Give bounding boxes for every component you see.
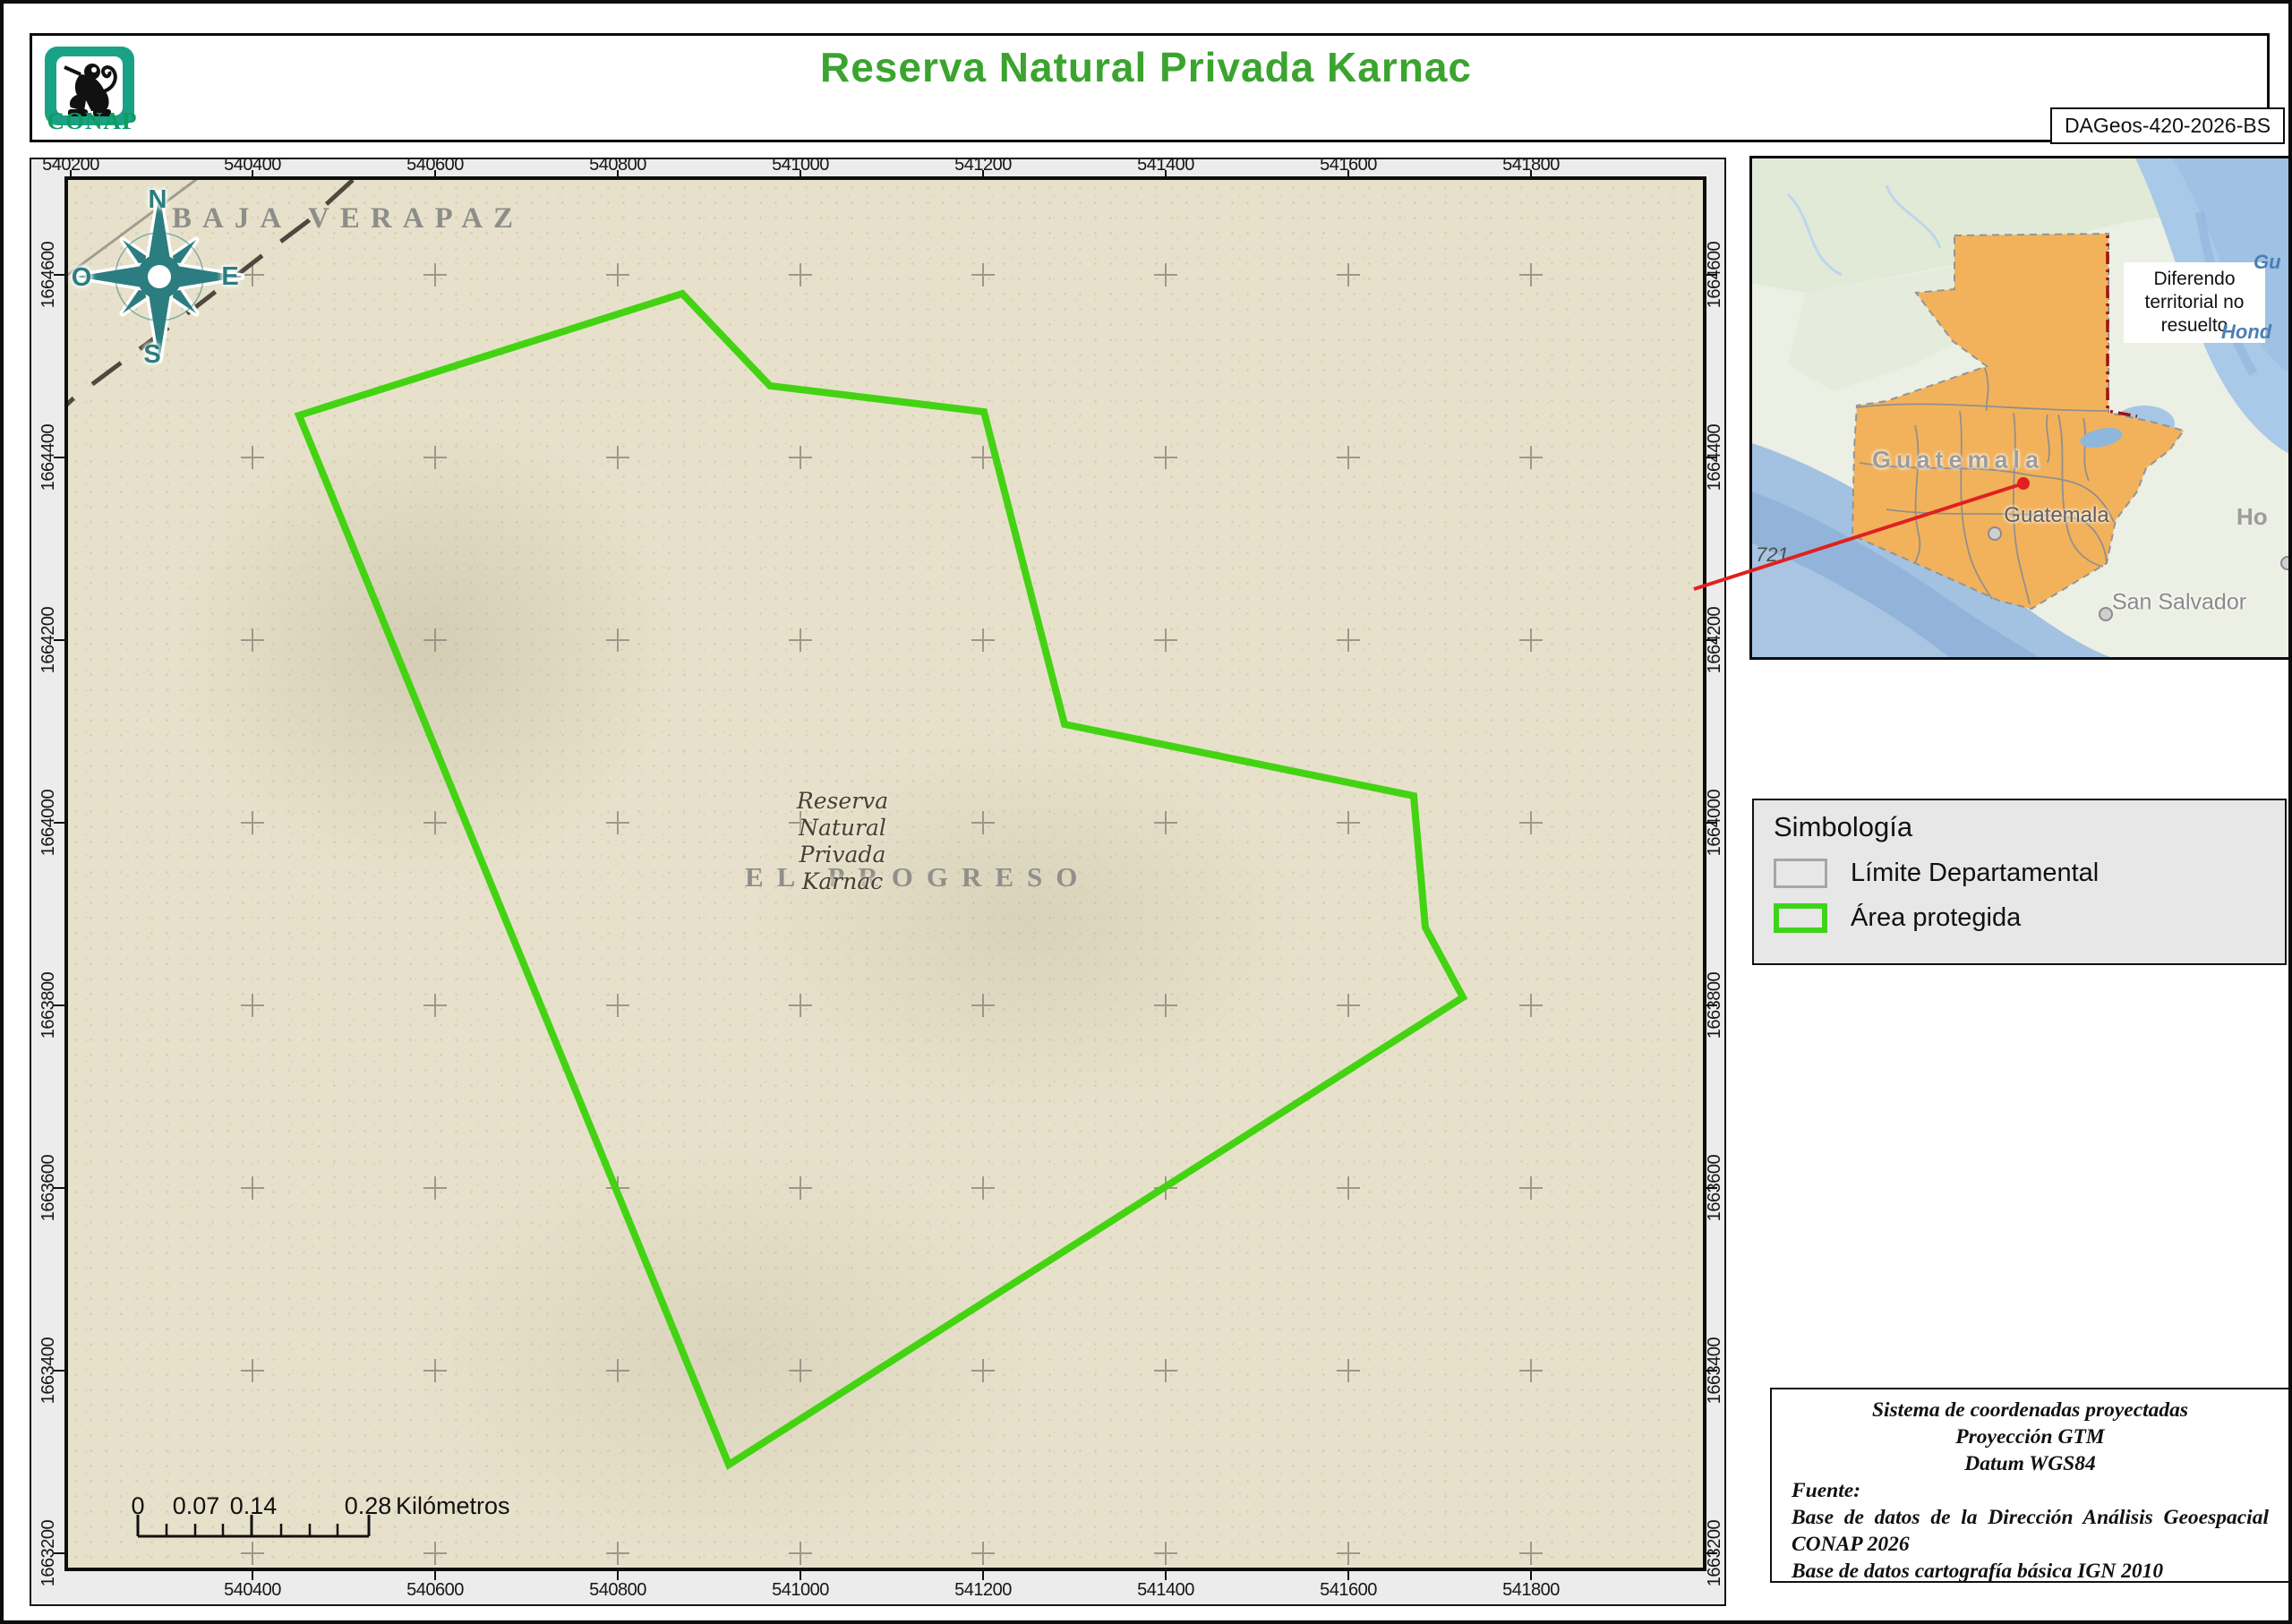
department-label-baja-verapaz: BAJA VERAPAZ — [172, 202, 525, 235]
axis-tick-top — [800, 170, 801, 180]
inset-honduras-partial-label: Ho — [2236, 503, 2268, 530]
axis-label-bottom: 541000 — [772, 1580, 829, 1600]
axis-tick-top — [252, 170, 253, 180]
axis-tick-bottom — [800, 1570, 801, 1580]
axis-tick-top — [70, 170, 72, 180]
axis-tick-right — [1706, 639, 1717, 641]
axis-tick-bottom — [982, 1570, 984, 1580]
reserve-label-line: Karnac — [801, 868, 884, 894]
source-line: Base de datos de la Dirección Análisis G… — [1792, 1506, 2269, 1556]
sea-label-honduras-gulf: Hond — [2221, 321, 2272, 343]
legend-box: Simbología Límite Departamental Área pro… — [1752, 799, 2287, 965]
axis-tick-top — [434, 170, 436, 180]
axis-tick-left — [54, 1552, 64, 1554]
axis-tick-top — [1165, 170, 1167, 180]
reserve-label-line: Natural — [799, 815, 886, 841]
doc-code-badge: DAGeos-420-2026-BS — [2050, 107, 2285, 144]
inset-country-label: Guatemala — [1871, 446, 2045, 474]
scale-bar: 0 0.07 0.14 0.28 Kilómetros — [131, 1492, 510, 1538]
source-heading: Fuente: — [1792, 1479, 1861, 1502]
projection-line: Datum WGS84 — [1964, 1452, 2096, 1475]
legend-item-departmental: Límite Departamental — [1774, 859, 2265, 888]
credits-box: Sistema de coordenadas proyectadas Proye… — [1770, 1388, 2288, 1583]
map-layout-page: Reserva Natural Privada Karnac CONAP DAG… — [0, 0, 2292, 1624]
svg-text:Kilómetros: Kilómetros — [396, 1492, 510, 1519]
road-number-label: 721 — [1756, 543, 1789, 566]
axis-label-bottom: 541200 — [954, 1580, 1012, 1600]
reserve-name-label: Reserva Natural Privada Karnac — [772, 788, 913, 895]
projection-line: Proyección GTM — [1955, 1425, 2105, 1449]
legend-item-label: Área protegida — [1851, 903, 2022, 932]
axis-tick-left — [54, 457, 64, 458]
axis-tick-left — [54, 274, 64, 276]
inset-city-label: San Salvador — [2111, 589, 2247, 615]
axis-tick-top — [617, 170, 619, 180]
axis-tick-right — [1706, 274, 1717, 276]
axis-tick-left — [54, 822, 64, 824]
guatemala-city-dot — [1988, 526, 2002, 541]
city-dot — [2280, 556, 2288, 570]
departmental-limit-swatch — [1774, 859, 1827, 888]
axis-tick-bottom — [252, 1570, 253, 1580]
axis-tick-right — [1706, 1004, 1717, 1006]
axis-tick-bottom — [1165, 1570, 1167, 1580]
svg-text:0.28: 0.28 — [345, 1492, 392, 1519]
svg-text:0: 0 — [131, 1492, 144, 1519]
page-title: Reserva Natural Privada Karnac — [819, 44, 1473, 90]
axis-label-bottom: 541400 — [1137, 1580, 1194, 1600]
axis-tick-right — [1706, 822, 1717, 824]
protected-area-swatch — [1774, 903, 1827, 933]
axis-tick-right — [1706, 1187, 1717, 1189]
compass-e-label: E — [221, 262, 239, 291]
reserve-label-line: Reserva — [796, 788, 889, 814]
inset-basemap — [1752, 158, 2288, 657]
compass-n-label: N — [148, 185, 167, 214]
axis-tick-right — [1706, 1552, 1717, 1554]
doc-code: DAGeos-420-2026-BS — [2064, 114, 2271, 137]
axis-tick-bottom — [434, 1570, 436, 1580]
san-salvador-city-dot — [2099, 607, 2113, 621]
svg-text:0.14: 0.14 — [230, 1492, 278, 1519]
compass-w-label: O — [71, 263, 92, 292]
conap-logo-text: CONAP — [47, 107, 138, 134]
axis-tick-bottom — [1530, 1570, 1532, 1580]
axis-label-bottom: 540600 — [406, 1580, 464, 1600]
axis-tick-right — [1706, 457, 1717, 458]
axis-tick-left — [54, 1004, 64, 1006]
axis-tick-top — [982, 170, 984, 180]
projection-line: Sistema de coordenadas proyectadas — [1871, 1398, 2189, 1422]
axis-label-bottom: 541800 — [1502, 1580, 1560, 1600]
legend-item-label: Límite Departamental — [1851, 859, 2100, 887]
legend-title: Simbología — [1774, 811, 1913, 842]
axis-tick-right — [1706, 1370, 1717, 1372]
axis-tick-bottom — [1347, 1570, 1349, 1580]
axis-tick-bottom — [617, 1570, 619, 1580]
reserve-label-line: Privada — [799, 842, 886, 868]
svg-text:0.07: 0.07 — [173, 1492, 220, 1519]
axis-tick-left — [54, 1370, 64, 1372]
axis-tick-top — [1530, 170, 1532, 180]
axis-tick-top — [1347, 170, 1349, 180]
axis-label-bottom: 540400 — [224, 1580, 281, 1600]
location-inset-map: Guatemala Guatemala San Salvador Diferen… — [1749, 156, 2288, 660]
legend-item-protected-area: Área protegida — [1774, 903, 2265, 933]
axis-label-bottom: 540800 — [589, 1580, 646, 1600]
source-line: Base de datos cartografía básica IGN 201… — [1792, 1560, 2164, 1583]
grid-crosses — [241, 263, 1543, 1565]
compass-s-label: S — [143, 340, 161, 369]
axis-tick-left — [54, 1187, 64, 1189]
sea-label-gulf: Gu — [2254, 251, 2281, 273]
inset-capital-label: Guatemala — [2004, 503, 2109, 527]
axis-label-bottom: 541600 — [1320, 1580, 1377, 1600]
axis-tick-left — [54, 639, 64, 641]
